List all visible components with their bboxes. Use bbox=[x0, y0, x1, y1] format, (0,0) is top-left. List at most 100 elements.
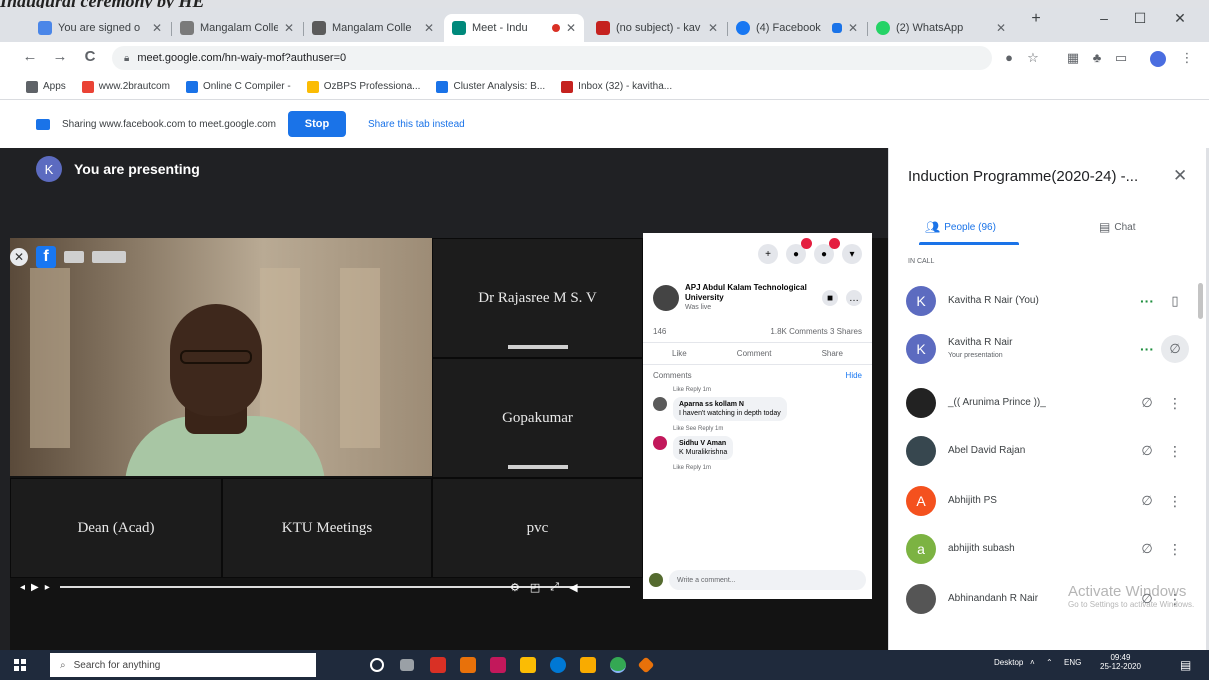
fullscreen-icon[interactable]: ⤢ bbox=[550, 581, 559, 594]
address-bar[interactable]: 🔒︎ meet.google.com/hn-waiy-mof?authuser=… bbox=[112, 46, 992, 70]
close-tab-icon[interactable]: ✕ bbox=[424, 21, 434, 35]
maximize-button[interactable]: ☐ bbox=[1120, 10, 1160, 27]
tab-chat[interactable]: ▤ Chat bbox=[1099, 220, 1135, 234]
file-explorer-icon[interactable] bbox=[580, 657, 596, 673]
share-this-tab-link[interactable]: Share this tab instead bbox=[368, 119, 465, 130]
chrome-icon[interactable] bbox=[610, 657, 626, 673]
more-options-icon[interactable]: ⋮ bbox=[1161, 541, 1189, 558]
volume-icon[interactable]: ◀ bbox=[569, 581, 577, 594]
cortana-icon[interactable] bbox=[370, 658, 384, 672]
tray-chevron-icon[interactable]: ˄ bbox=[1030, 658, 1035, 667]
app-icon[interactable] bbox=[460, 657, 476, 673]
tab-facebook[interactable]: (4) Facebook ✕ bbox=[728, 14, 866, 42]
back-button[interactable]: ← bbox=[20, 48, 40, 65]
notifications-icon[interactable]: ▤ bbox=[1180, 658, 1191, 672]
commenter-name[interactable]: Aparna ss kollam N bbox=[679, 400, 781, 409]
account-menu-icon[interactable]: ▾ bbox=[842, 244, 862, 264]
skip-back-icon[interactable]: ◂ bbox=[20, 582, 25, 593]
presentation-icon[interactable]: ▯ bbox=[1161, 293, 1189, 309]
taskbar-search[interactable]: ⌕ Search for anything bbox=[50, 653, 316, 677]
reload-button[interactable]: C bbox=[80, 48, 100, 65]
profile-avatar[interactable] bbox=[1150, 51, 1166, 67]
participant-row[interactable]: _(( Arunima Prince ))_ ∅ ⋮ bbox=[889, 380, 1189, 426]
edge-icon[interactable] bbox=[550, 657, 566, 673]
pip-icon[interactable]: ◰ bbox=[530, 581, 540, 594]
tab-3[interactable]: Mangalam Colle ✕ bbox=[304, 14, 442, 42]
reactions-count[interactable]: 146 bbox=[653, 327, 666, 336]
more-options-icon[interactable]: ⋮ bbox=[1161, 443, 1189, 460]
hide-comments-link[interactable]: Hide bbox=[846, 371, 862, 380]
comment-meta[interactable]: Like Reply 1m bbox=[643, 464, 872, 471]
like-button[interactable]: Like bbox=[672, 349, 687, 358]
bookmark-item[interactable]: Online C Compiler - bbox=[185, 80, 291, 93]
cast-icon[interactable]: ▭ bbox=[1112, 50, 1130, 66]
more-options-icon[interactable]: ⋮ bbox=[1161, 493, 1189, 510]
close-video-button[interactable]: ✕ bbox=[10, 248, 28, 266]
add-icon[interactable]: + bbox=[758, 244, 778, 264]
share-button[interactable]: Share bbox=[822, 349, 843, 358]
comment-button[interactable]: Comment bbox=[737, 349, 772, 358]
tab-5[interactable]: (no subject) - kav ✕ bbox=[588, 14, 726, 42]
task-view-icon[interactable] bbox=[400, 659, 414, 671]
caption-icon[interactable] bbox=[64, 251, 84, 263]
close-tab-icon[interactable]: ✕ bbox=[566, 21, 576, 35]
desktop-toolbar[interactable]: Desktop bbox=[994, 658, 1023, 667]
tab-people[interactable]: 👥︎ People (96) bbox=[925, 220, 996, 234]
participant-row[interactable]: A Abhijith PS ∅ ⋮ bbox=[889, 478, 1189, 524]
comment-meta[interactable]: Like See Reply 1m bbox=[643, 425, 872, 432]
stop-sharing-button[interactable]: Stop bbox=[288, 111, 346, 137]
skip-forward-icon[interactable]: ▸ bbox=[45, 582, 50, 593]
mic-off-icon[interactable]: ∅ bbox=[1161, 335, 1189, 363]
puzzle-icon[interactable]: ♣ bbox=[1088, 50, 1106, 65]
comment-meta[interactable]: Like Reply 1m bbox=[643, 386, 872, 393]
language-indicator[interactable]: ENG bbox=[1064, 658, 1081, 667]
more-icon[interactable]: … bbox=[846, 290, 862, 306]
close-tab-icon[interactable]: ✕ bbox=[708, 21, 718, 35]
scrollbar[interactable] bbox=[1198, 283, 1203, 319]
write-comment-input[interactable]: Write a comment... bbox=[669, 570, 866, 590]
more-options-icon[interactable]: ⋮ bbox=[1161, 395, 1189, 412]
close-tab-icon[interactable]: ✕ bbox=[284, 21, 294, 35]
settings-gear-icon[interactable]: ⚙ bbox=[510, 581, 520, 594]
close-tab-icon[interactable]: ✕ bbox=[996, 21, 1006, 35]
comments-shares[interactable]: 1.8K Comments 3 Shares bbox=[770, 327, 862, 336]
hd-icon[interactable] bbox=[92, 251, 126, 263]
bookmark-item[interactable]: Inbox (32) - kavitha... bbox=[561, 80, 672, 93]
tab-1[interactable]: You are signed o ✕ bbox=[30, 14, 170, 42]
messenger-icon[interactable]: ● bbox=[786, 238, 812, 264]
notifications-icon[interactable]: ● bbox=[814, 238, 840, 264]
network-icon[interactable]: ⌃ bbox=[1046, 658, 1053, 667]
page-name[interactable]: APJ Abdul Kalam Technological University bbox=[685, 283, 814, 303]
tab-whatsapp[interactable]: (2) WhatsApp ✕ bbox=[868, 14, 1014, 42]
app-icon[interactable] bbox=[430, 657, 446, 673]
save-icon[interactable]: ■ bbox=[822, 290, 838, 306]
windows-start-icon[interactable] bbox=[14, 659, 26, 671]
close-panel-button[interactable]: ✕ bbox=[1173, 166, 1187, 186]
participant-row[interactable]: K Kavitha R Nair (You) ··· ▯ bbox=[889, 278, 1189, 324]
bookmark-item[interactable]: Cluster Analysis: B... bbox=[436, 80, 545, 93]
tab-2[interactable]: Mangalam Colleg ✕ bbox=[172, 14, 302, 42]
menu-dots-icon[interactable]: ⋮ bbox=[1178, 50, 1196, 66]
store-icon[interactable] bbox=[520, 657, 536, 673]
play-icon[interactable]: ▶ bbox=[31, 582, 39, 593]
app-icon[interactable] bbox=[490, 657, 506, 673]
close-tab-icon[interactable]: ✕ bbox=[152, 21, 162, 35]
commenter-name[interactable]: Sidhu V Aman bbox=[679, 439, 727, 448]
tab-meet[interactable]: Meet - Indu ✕ bbox=[444, 14, 584, 42]
participant-row[interactable]: K Kavitha R Nair Your presentation ··· ∅ bbox=[889, 326, 1189, 372]
minimize-button[interactable]: – bbox=[1084, 10, 1124, 26]
app-icon[interactable] bbox=[637, 656, 655, 674]
close-window-button[interactable]: ✕ bbox=[1160, 10, 1200, 27]
close-tab-icon[interactable]: ✕ bbox=[848, 21, 858, 35]
new-tab-button[interactable]: + bbox=[1016, 10, 1056, 28]
extension-icon[interactable]: ▦ bbox=[1064, 50, 1082, 66]
bookmark-apps[interactable]: Apps bbox=[26, 80, 66, 93]
forward-button[interactable]: → bbox=[50, 48, 70, 65]
bookmark-star-icon[interactable]: ☆ bbox=[1024, 50, 1042, 66]
bookmark-item[interactable]: www.2brautcom bbox=[81, 80, 170, 93]
participant-row[interactable]: Abel David Rajan ∅ ⋮ bbox=[889, 428, 1189, 474]
bookmark-item[interactable]: OzBPS Professiona... bbox=[306, 80, 420, 93]
camera-in-use-icon[interactable]: ● bbox=[1000, 50, 1018, 65]
participant-row[interactable]: a abhijith subash ∅ ⋮ bbox=[889, 526, 1189, 572]
clock[interactable]: 09:49 25-12-2020 bbox=[1100, 653, 1141, 671]
